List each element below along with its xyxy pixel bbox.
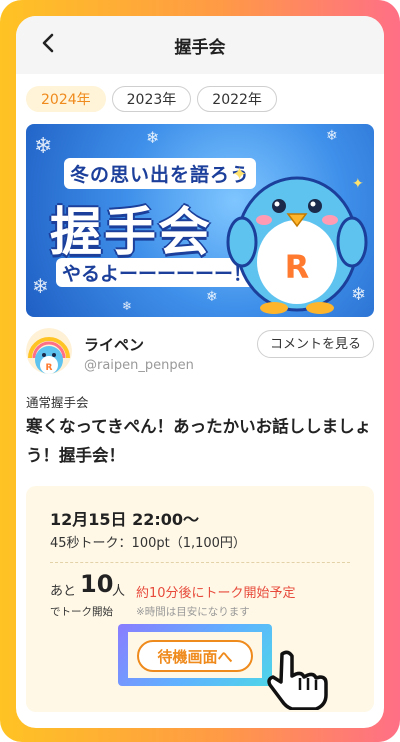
creator-handle: @raipen_penpen (84, 358, 194, 373)
event-type-label: 通常握手会 (26, 395, 89, 410)
svg-text:R: R (46, 363, 53, 373)
tab-year-2022[interactable]: 2022年 (197, 86, 277, 112)
page-title: 握手会 (174, 38, 226, 58)
waiting-room-button[interactable]: 待機画面へ (137, 640, 253, 672)
event-price: 45秒トーク：100pt（1,100円） (50, 536, 246, 551)
snowflake-icon: ❄ (34, 134, 53, 159)
wait-unit: 人 (112, 584, 126, 599)
hand-pointer-icon (267, 650, 328, 710)
svg-text:R: R (285, 248, 310, 286)
avatar[interactable]: R (26, 328, 72, 374)
creator-profile: R ライペン @raipen_penpen コメントを見る (26, 328, 374, 386)
device-frame: 握手会 2024年 2023年 2022年 ❄ ❄ ❄ ❄ ❄ ❄ ❄ 冬の思い… (0, 0, 400, 742)
penguin-mascot-icon: R ✦ ✦ (226, 164, 368, 314)
snowflake-icon: ❄ (206, 289, 218, 305)
svg-text:✦: ✦ (232, 164, 247, 185)
event-info-card: 12月15日 22:00〜 45秒トーク：100pt（1,100円） あと 10… (26, 486, 374, 712)
snowflake-icon: ❄ (146, 128, 160, 147)
banner-main-text: 握手会 (50, 203, 213, 263)
wait-prefix: あと (50, 584, 77, 599)
tab-year-2023[interactable]: 2023年 (111, 86, 192, 112)
estimate-note: ※時間は目安になります (136, 606, 250, 618)
event-banner: ❄ ❄ ❄ ❄ ❄ ❄ ❄ 冬の思い出を語ろう 握手会 やるよーーーーーー！ R… (26, 124, 374, 317)
app-screen: 握手会 2024年 2023年 2022年 ❄ ❄ ❄ ❄ ❄ ❄ ❄ 冬の思い… (16, 16, 384, 728)
event-datetime: 12月15日 22:00〜 (50, 510, 200, 529)
snowflake-icon: ❄ (122, 299, 133, 313)
snowflake-icon: ❄ (326, 128, 338, 144)
svg-text:✦: ✦ (352, 176, 364, 192)
year-tabs: 2024年 2023年 2022年 (26, 86, 277, 112)
event-title: 寒くなってきぺん！あったかいお話ししましょう！握手会！ (26, 417, 372, 465)
creator-name[interactable]: ライペン (84, 334, 144, 355)
divider (50, 562, 350, 563)
wait-suffix: でトーク開始 (50, 606, 113, 618)
estimated-start: 約10分後にトーク開始予定 (136, 586, 296, 601)
view-comments-button[interactable]: コメントを見る (256, 330, 374, 358)
wait-count: 10 (80, 570, 114, 598)
tab-year-2024[interactable]: 2024年 (26, 86, 106, 112)
snowflake-icon: ❄ (32, 274, 49, 298)
header-bar: 握手会 (16, 16, 384, 74)
